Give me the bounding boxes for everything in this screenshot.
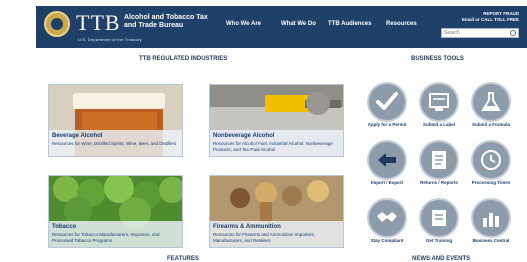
nav-ttb-audiences[interactable]: TTB Audiences <box>328 21 371 27</box>
fraud-contact-link[interactable]: Email or CALL TOLL FREE <box>436 17 519 22</box>
agency-name[interactable]: Alcohol and Tobacco Tax and Trade Bureau <box>124 14 214 30</box>
industry-description: Resources for Firearms and Ammunition Im… <box>213 232 316 243</box>
industries-title: TTB REGULATED INDUSTRIES <box>139 56 228 62</box>
tool-label: Apply for a Permit <box>367 122 407 127</box>
tool-label: Import / Export <box>370 180 403 185</box>
tool-label: Get Training <box>425 238 453 243</box>
tool-label: Submit a Label <box>422 122 455 127</box>
search-box <box>441 28 519 38</box>
handshake-icon <box>377 212 397 222</box>
search-input[interactable] <box>444 29 506 37</box>
industry-card-beverage-alcohol[interactable]: Beverage Alcohol Resources for Wine, Dis… <box>48 84 183 157</box>
news-events-title: NEWS AND EVENTS <box>412 256 471 262</box>
industry-card-tobacco[interactable]: Tobacco Resources for Tobacco Manufactur… <box>48 175 183 248</box>
industry-title: Firearms & Ammunition <box>213 224 281 230</box>
building-icon <box>483 213 499 227</box>
nav-resources[interactable]: Resources <box>386 21 417 27</box>
search-icon[interactable] <box>510 30 516 36</box>
tool-stay-compliant[interactable]: Stay Compliant <box>367 198 407 246</box>
tool-import-export[interactable]: Import / Export <box>367 140 407 188</box>
industry-title: Tobacco <box>52 224 77 230</box>
industry-description: Resources for Tobacco Manufacturers, Imp… <box>52 232 160 243</box>
site-header: TTB Alcohol and Tobacco Tax and Trade Bu… <box>36 6 527 48</box>
industry-description: Resources for Wine, Distilled Spirits, W… <box>52 141 177 146</box>
check-icon <box>376 92 398 110</box>
industry-card-firearms-ammunition[interactable]: Firearms & Ammunition Resources for Fire… <box>209 175 344 248</box>
clock-icon <box>481 150 501 170</box>
tool-returns-reports[interactable]: Returns / Reports <box>419 140 459 188</box>
tool-business-central[interactable]: Business Central <box>471 198 511 246</box>
business-tools-title: BUSINESS TOOLS <box>411 56 464 62</box>
tool-submit-label[interactable]: Submit a Label <box>419 82 459 130</box>
left-margin <box>0 0 36 262</box>
industry-description: Resources for Alcohol Fuel, Industrial A… <box>213 141 333 152</box>
report-fraud-link[interactable]: REPORT FRAUD <box>459 11 519 16</box>
tool-label: Submit a Formula <box>471 122 510 127</box>
arrows-icon <box>378 153 396 167</box>
nav-what-we-do[interactable]: What We Do <box>281 21 316 27</box>
tool-apply-permit[interactable]: Apply for a Permit <box>367 82 407 130</box>
nav-who-we-are[interactable]: Who We Are <box>226 21 261 27</box>
tool-submit-formula[interactable]: Submit a Formula <box>471 82 511 130</box>
label-icon <box>429 93 449 111</box>
industry-title: Beverage Alcohol <box>52 133 103 139</box>
department-name: U.S. Department of the Treasury <box>78 37 142 42</box>
tool-label: Stay Compliant <box>370 238 404 243</box>
tool-processing-times[interactable]: Processing Times <box>471 140 511 188</box>
site-logo[interactable]: TTB <box>76 11 121 35</box>
page: TTB Alcohol and Tobacco Tax and Trade Bu… <box>36 6 527 262</box>
document-icon <box>432 151 446 169</box>
industry-card-nonbeverage-alcohol[interactable]: Nonbeverage Alcohol Resources for Alcoho… <box>209 84 344 157</box>
tool-get-training[interactable]: Get Training <box>419 198 459 246</box>
industry-title: Nonbeverage Alcohol <box>213 133 275 139</box>
flask-icon <box>481 92 501 111</box>
tool-label: Processing Times <box>471 180 511 185</box>
features-title: FEATURES <box>167 256 199 262</box>
training-icon <box>432 210 446 226</box>
treasury-seal-icon[interactable] <box>44 11 70 37</box>
tool-label: Business Central <box>472 238 510 243</box>
tool-label: Returns / Reports <box>420 180 458 185</box>
